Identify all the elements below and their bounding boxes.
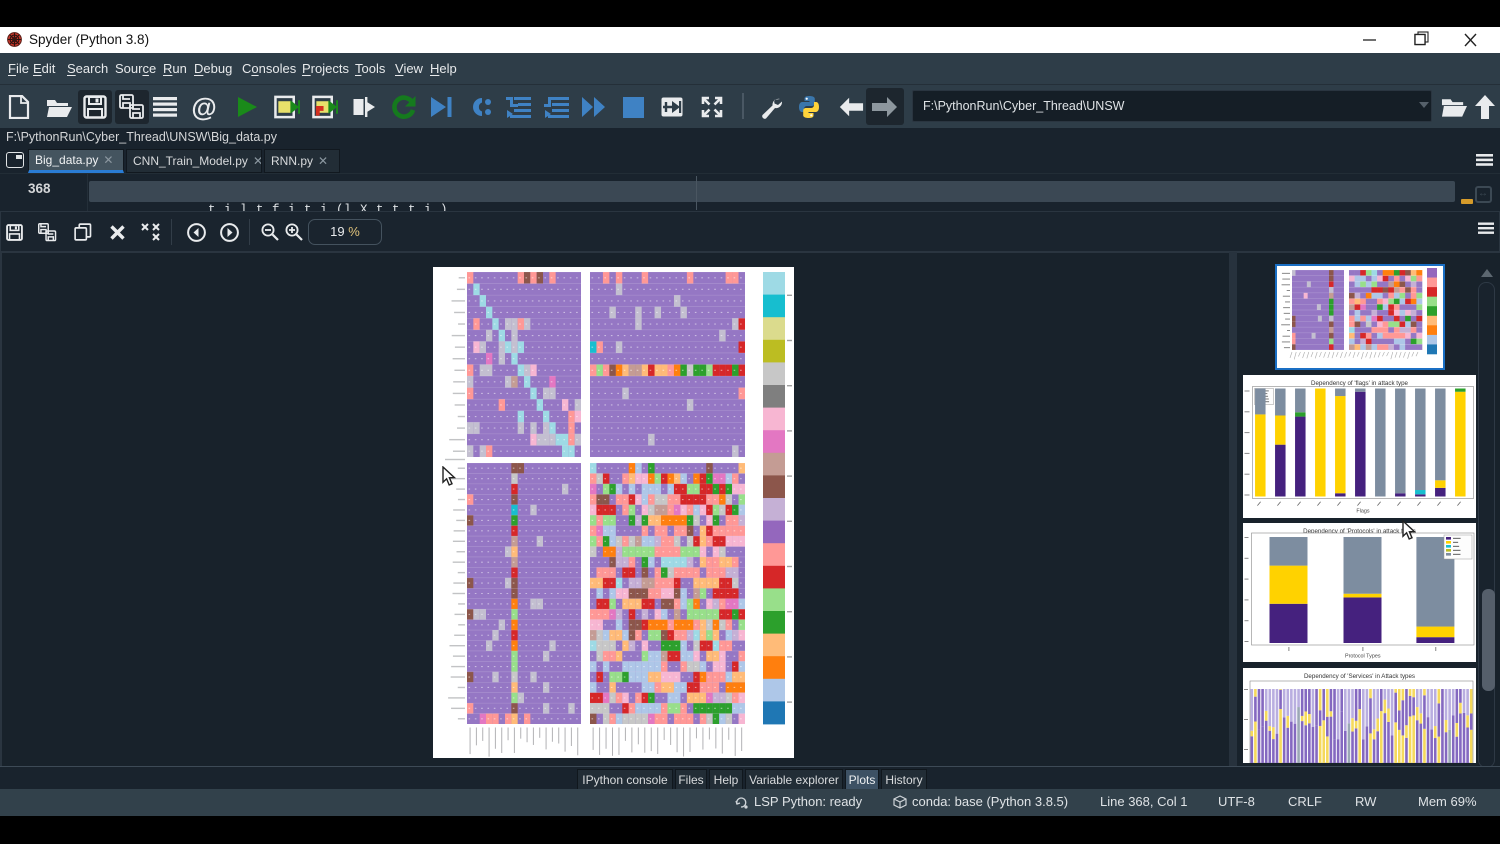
svg-text:Protocol Types: Protocol Types (1345, 654, 1381, 660)
svg-text:Flags: Flags (1356, 509, 1369, 515)
svg-text:Dependency of 'flags' in attac: Dependency of 'flags' in attack type (1311, 380, 1409, 387)
svg-text:Dependency of 'Services' in At: Dependency of 'Services' in Attack types (1304, 673, 1415, 680)
